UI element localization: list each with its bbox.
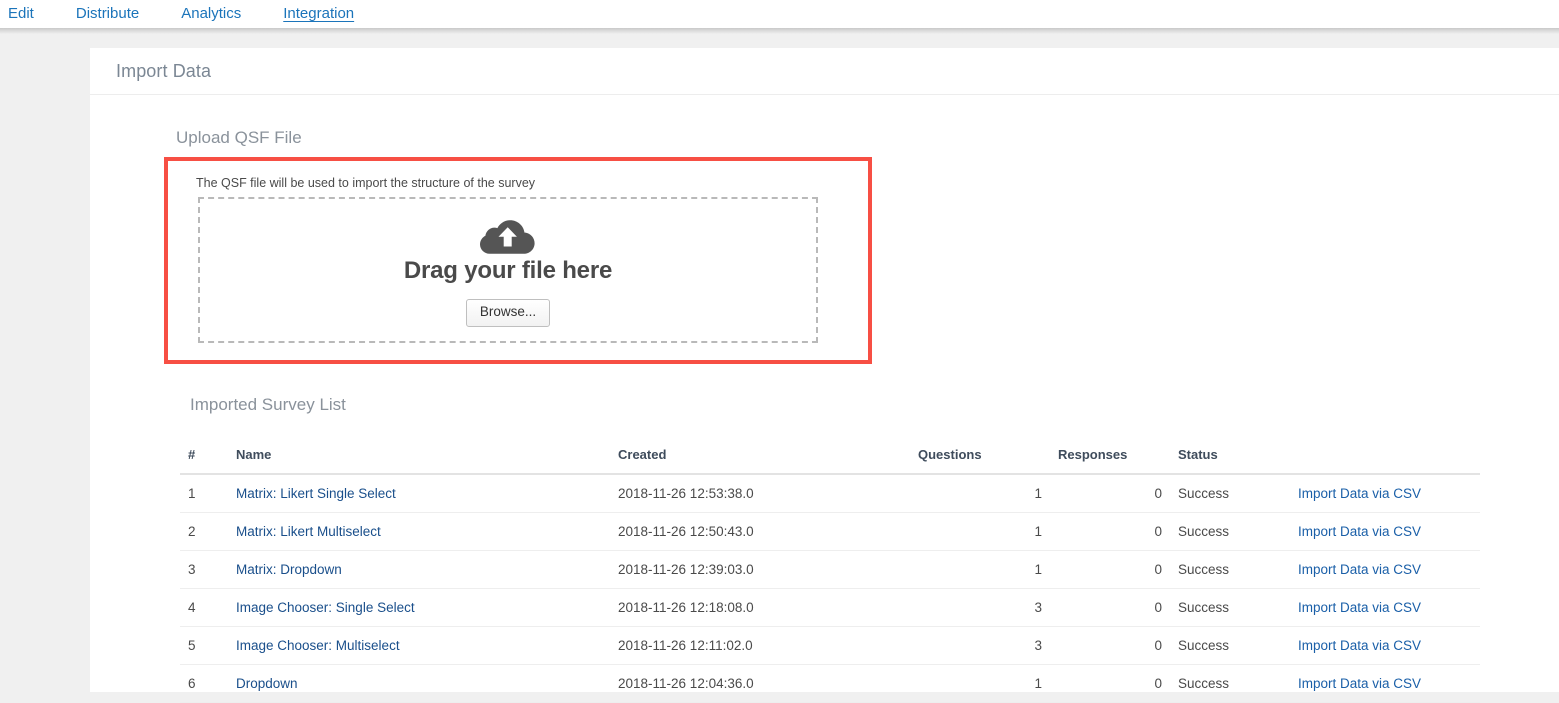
table-row: 2 Matrix: Likert Multiselect 2018-11-26 12… [180, 513, 1480, 551]
import-data-via-csv-link[interactable]: Import Data via CSV [1298, 638, 1421, 653]
cell-questions: 3 [910, 589, 1050, 627]
cell-created: 2018-11-26 12:18:08.0 [610, 589, 910, 627]
cell-created: 2018-11-26 12:11:02.0 [610, 627, 910, 665]
cell-index: 5 [180, 627, 228, 665]
cell-name: Image Chooser: Multiselect [228, 627, 610, 665]
cell-created: 2018-11-26 12:53:38.0 [610, 474, 910, 513]
upload-section-title: Upload QSF File [176, 95, 1559, 148]
import-data-via-csv-link[interactable]: Import Data via CSV [1298, 524, 1421, 539]
table-body: 1 Matrix: Likert Single Select 2018-11-26 … [180, 474, 1480, 703]
survey-name-link[interactable]: Matrix: Likert Multiselect [236, 524, 381, 539]
nav-item-integration[interactable]: Integration [283, 0, 354, 28]
cell-action: Import Data via CSV [1290, 665, 1480, 703]
cell-index: 3 [180, 551, 228, 589]
table-header-row: # Name Created Questions Responses Statu… [180, 441, 1480, 474]
table-row: 6 Dropdown 2018-11-26 12:04:36.010Success I… [180, 665, 1480, 703]
table-row: 4 Image Chooser: Single Select 2018-11-26 … [180, 589, 1480, 627]
col-header-questions: Questions [910, 441, 1050, 474]
cell-created: 2018-11-26 12:04:36.0 [610, 665, 910, 703]
navbar-drop-shadow [0, 28, 1559, 34]
cloud-upload-icon [480, 216, 536, 256]
cell-name: Image Chooser: Single Select [228, 589, 610, 627]
card-header: Import Data [90, 48, 1559, 95]
card-body: Upload QSF File The QSF file will be use… [90, 95, 1559, 148]
top-navigation-bar: Edit Distribute Analytics Integration [0, 0, 1559, 28]
cell-created: 2018-11-26 12:50:43.0 [610, 513, 910, 551]
table-row: 5 Image Chooser: Multiselect 2018-11-26 12… [180, 627, 1480, 665]
cell-responses: 0 [1050, 551, 1170, 589]
survey-name-link[interactable]: Image Chooser: Single Select [236, 600, 415, 615]
cell-index: 6 [180, 665, 228, 703]
cell-action: Import Data via CSV [1290, 551, 1480, 589]
browse-button[interactable]: Browse... [466, 299, 550, 327]
imported-survey-table-wrapper: # Name Created Questions Responses Statu… [180, 441, 1480, 703]
cell-questions: 3 [910, 627, 1050, 665]
cell-action: Import Data via CSV [1290, 589, 1480, 627]
nav-item-analytics[interactable]: Analytics [181, 0, 241, 28]
imported-survey-list-title: Imported Survey List [190, 395, 346, 415]
status-badge: Success [1170, 474, 1290, 513]
cell-responses: 0 [1050, 665, 1170, 703]
status-badge: Success [1170, 589, 1290, 627]
survey-name-link[interactable]: Matrix: Likert Single Select [236, 486, 396, 501]
nav-item-edit[interactable]: Edit [8, 0, 34, 28]
status-badge: Success [1170, 665, 1290, 703]
nav-item-distribute[interactable]: Distribute [76, 0, 139, 28]
cell-questions: 1 [910, 665, 1050, 703]
import-data-via-csv-link[interactable]: Import Data via CSV [1298, 676, 1421, 691]
table-row: 1 Matrix: Likert Single Select 2018-11-26 … [180, 474, 1480, 513]
status-badge: Success [1170, 627, 1290, 665]
col-header-created: Created [610, 441, 910, 474]
file-dropzone[interactable]: Drag your file here Browse... [198, 197, 818, 343]
upload-hint-text: The QSF file will be used to import the … [196, 176, 868, 190]
cell-name: Matrix: Likert Single Select [228, 474, 610, 513]
col-header-responses: Responses [1050, 441, 1170, 474]
cell-action: Import Data via CSV [1290, 474, 1480, 513]
dropzone-label: Drag your file here [404, 257, 612, 285]
cell-questions: 1 [910, 474, 1050, 513]
col-header-status: Status [1170, 441, 1290, 474]
cell-name: Matrix: Likert Multiselect [228, 513, 610, 551]
import-data-card: Import Data Upload QSF File The QSF file… [90, 48, 1559, 692]
cell-name: Dropdown [228, 665, 610, 703]
cell-name: Matrix: Dropdown [228, 551, 610, 589]
survey-name-link[interactable]: Matrix: Dropdown [236, 562, 342, 577]
cell-responses: 0 [1050, 627, 1170, 665]
table-head: # Name Created Questions Responses Statu… [180, 441, 1480, 474]
col-header-index: # [180, 441, 228, 474]
survey-name-link[interactable]: Dropdown [236, 676, 298, 691]
cell-index: 1 [180, 474, 228, 513]
import-data-via-csv-link[interactable]: Import Data via CSV [1298, 486, 1421, 501]
cell-questions: 1 [910, 551, 1050, 589]
import-data-via-csv-link[interactable]: Import Data via CSV [1298, 600, 1421, 615]
cell-responses: 0 [1050, 474, 1170, 513]
import-data-via-csv-link[interactable]: Import Data via CSV [1298, 562, 1421, 577]
cell-action: Import Data via CSV [1290, 513, 1480, 551]
cell-responses: 0 [1050, 513, 1170, 551]
cell-index: 4 [180, 589, 228, 627]
cell-responses: 0 [1050, 589, 1170, 627]
col-header-action [1290, 441, 1480, 474]
survey-name-link[interactable]: Image Chooser: Multiselect [236, 638, 400, 653]
status-badge: Success [1170, 513, 1290, 551]
cell-questions: 1 [910, 513, 1050, 551]
imported-survey-table: # Name Created Questions Responses Statu… [180, 441, 1480, 703]
top-navigation-links: Edit Distribute Analytics Integration [0, 0, 1559, 28]
cell-action: Import Data via CSV [1290, 627, 1480, 665]
table-row: 3 Matrix: Dropdown 2018-11-26 12:39:03.010… [180, 551, 1480, 589]
cell-index: 2 [180, 513, 228, 551]
page-title: Import Data [116, 61, 211, 82]
status-badge: Success [1170, 551, 1290, 589]
upload-qsf-panel: The QSF file will be used to import the … [164, 157, 872, 364]
cell-created: 2018-11-26 12:39:03.0 [610, 551, 910, 589]
col-header-name: Name [228, 441, 610, 474]
